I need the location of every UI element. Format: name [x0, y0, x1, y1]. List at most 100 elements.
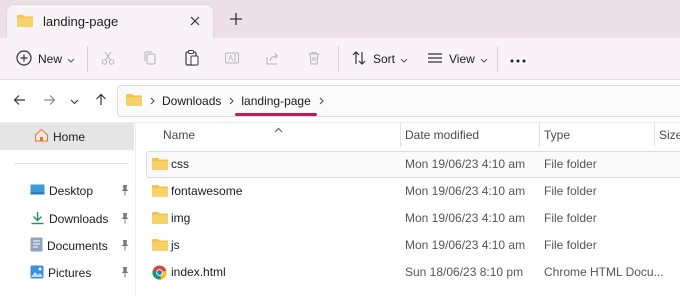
folder-icon	[152, 157, 168, 173]
folder-icon	[152, 238, 168, 254]
forward-button[interactable]	[40, 92, 58, 110]
sidebar-item-home[interactable]: Home	[0, 123, 134, 150]
sidebar-item-label: Downloads	[49, 212, 109, 226]
list-item[interactable]: img Mon 19/06/23 4:10 am File folder	[136, 205, 680, 232]
folder-icon	[17, 14, 33, 30]
file-name: css	[171, 157, 189, 171]
column-header-size[interactable]: Size	[632, 123, 680, 147]
share-icon	[265, 50, 281, 69]
arrow-up-icon	[95, 93, 107, 109]
sort-button[interactable]: Sort	[351, 46, 408, 72]
file-name: fontawesome	[171, 184, 243, 198]
breadcrumb-landing-page[interactable]: landing-page	[235, 94, 317, 116]
folder-icon	[152, 211, 168, 227]
column-header-date[interactable]: Date modified	[378, 123, 539, 147]
file-name: js	[171, 238, 180, 252]
sidebar-item-label: Pictures	[48, 266, 92, 280]
navigation-pane: Home Desktop Downloads Documents Picture…	[0, 123, 135, 296]
sidebar-divider	[14, 163, 128, 164]
pictures-icon	[30, 265, 44, 282]
file-date: Sun 18/06/23 8:10 pm	[405, 265, 524, 279]
desktop-icon	[30, 184, 45, 199]
download-icon	[30, 211, 45, 228]
file-type: Chrome HTML Docu...	[544, 265, 664, 279]
file-date: Mon 19/06/23 4:10 am	[405, 157, 526, 171]
copy-button[interactable]	[142, 46, 158, 72]
new-button[interactable]: New	[16, 46, 75, 72]
back-button[interactable]	[10, 92, 28, 110]
recent-locations-button[interactable]	[65, 92, 83, 110]
pin-icon[interactable]	[120, 266, 130, 281]
home-icon	[34, 128, 49, 145]
delete-button[interactable]	[306, 46, 322, 72]
file-type: File folder	[544, 211, 597, 225]
sidebar-item-pictures[interactable]: Pictures	[0, 261, 135, 285]
svg-text:A: A	[228, 54, 234, 63]
chevron-right-icon	[319, 97, 324, 105]
list-item[interactable]: css Mon 19/06/23 4:10 am File folder	[136, 151, 680, 178]
share-button[interactable]	[265, 46, 281, 72]
folder-icon	[152, 184, 168, 200]
sidebar-item-label: Desktop	[49, 184, 94, 198]
toolbar-divider	[497, 46, 498, 72]
list-item[interactable]: fontawesome Mon 19/06/23 4:10 am File fo…	[136, 178, 680, 205]
pin-icon[interactable]	[120, 184, 130, 199]
sort-label: Sort	[373, 52, 396, 66]
file-type: File folder	[544, 157, 597, 171]
arrow-right-icon	[43, 94, 56, 109]
folder-icon	[126, 93, 142, 109]
view-button[interactable]: View	[427, 46, 488, 72]
rename-icon: A	[224, 50, 240, 69]
chevron-down-icon	[480, 52, 488, 66]
chevron-down-icon	[67, 52, 75, 66]
cut-button[interactable]	[100, 46, 116, 72]
tab-landing-page[interactable]: landing-page	[6, 4, 214, 38]
add-circle-icon	[16, 49, 32, 69]
sidebar-item-label: Home	[53, 129, 86, 144]
up-button[interactable]	[92, 92, 110, 110]
breadcrumb-current-label: landing-page	[241, 94, 311, 108]
arrow-left-icon	[13, 94, 26, 109]
delete-icon	[306, 50, 322, 69]
column-header-name[interactable]: Name	[136, 123, 400, 147]
new-label: New	[38, 52, 63, 66]
chevron-down-icon	[70, 94, 79, 108]
title-bar: landing-page	[0, 0, 680, 38]
address-bar[interactable]: Downloads landing-page	[117, 85, 680, 117]
documents-icon	[30, 237, 43, 255]
file-date: Mon 19/06/23 4:10 am	[405, 184, 526, 198]
plus-icon[interactable]	[226, 9, 246, 29]
highlight-underline	[235, 113, 317, 116]
list-item[interactable]: js Mon 19/06/23 4:10 am File folder	[136, 232, 680, 259]
sidebar-item-label: Documents	[47, 239, 108, 253]
close-icon[interactable]	[187, 13, 203, 29]
rename-button[interactable]: A	[224, 46, 240, 72]
view-label: View	[449, 52, 475, 66]
paste-icon	[184, 49, 200, 69]
command-bar: New A Sort View	[0, 38, 680, 80]
breadcrumb-downloads[interactable]: Downloads	[162, 94, 221, 108]
file-type: File folder	[544, 184, 597, 198]
more-options-button[interactable]	[510, 46, 526, 72]
paste-button[interactable]	[184, 46, 200, 72]
pin-icon[interactable]	[120, 239, 130, 254]
toolbar-divider	[338, 46, 339, 72]
chevron-down-icon	[400, 52, 408, 66]
view-list-icon	[427, 51, 443, 68]
cut-icon	[100, 50, 116, 69]
copy-icon	[142, 50, 158, 69]
sidebar-item-documents[interactable]: Documents	[0, 234, 135, 258]
file-date: Mon 19/06/23 4:10 am	[405, 238, 526, 252]
list-item[interactable]: index.html Sun 18/06/23 8:10 pm Chrome H…	[136, 259, 680, 286]
sort-icon	[351, 50, 367, 69]
file-list: Name Date modified Type Size css Mon 19/…	[136, 123, 680, 296]
sidebar-item-desktop[interactable]: Desktop	[0, 179, 135, 203]
pin-icon[interactable]	[120, 212, 130, 227]
file-date: Mon 19/06/23 4:10 am	[405, 211, 526, 225]
chevron-right-icon	[229, 97, 235, 105]
chevron-right-icon	[150, 97, 155, 105]
file-type: File folder	[544, 238, 597, 252]
toolbar-divider	[87, 46, 88, 72]
file-name: index.html	[171, 265, 226, 279]
sidebar-item-downloads[interactable]: Downloads	[0, 207, 135, 231]
